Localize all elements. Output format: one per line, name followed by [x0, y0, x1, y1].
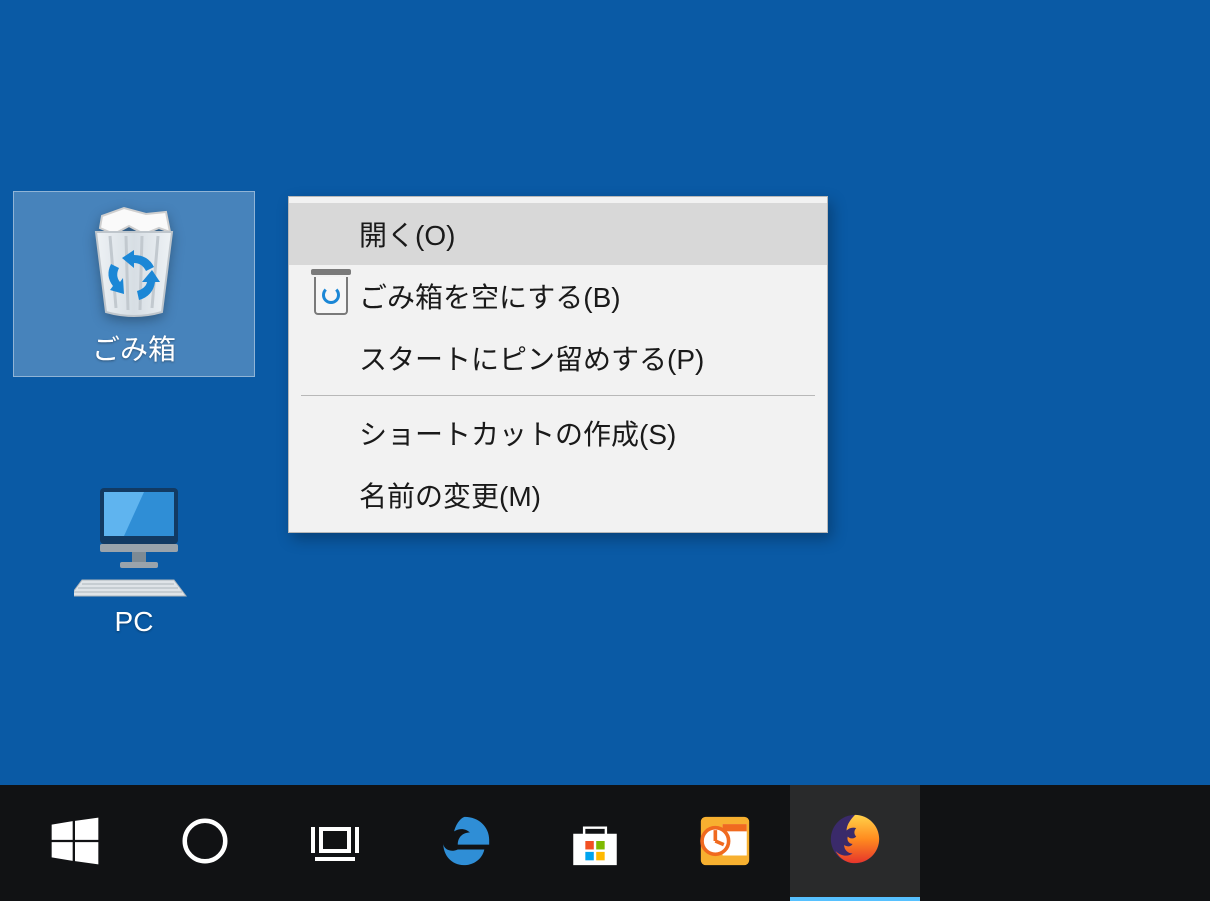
recycle-icon: [303, 277, 359, 315]
store-icon: [566, 812, 624, 875]
edge-button[interactable]: [400, 785, 530, 901]
desktop-icon-this-pc[interactable]: PC: [14, 470, 254, 646]
cortana-button[interactable]: [140, 785, 270, 901]
menu-item-label: ごみ箱を空にする(B): [359, 276, 807, 316]
menu-item-label: スタートにピン留めする(P): [359, 338, 807, 378]
menu-separator: [301, 395, 815, 396]
desktop-icon-label: ごみ箱: [18, 328, 250, 368]
taskview-icon: [305, 814, 365, 873]
menu-item-label: ショートカットの作成(S): [359, 413, 807, 453]
windows-icon: [47, 813, 103, 874]
firefox-icon: [826, 810, 884, 873]
desktop-icon-label: PC: [18, 606, 250, 638]
menu-item-rename[interactable]: 名前の変更(M): [289, 464, 827, 526]
store-button[interactable]: [530, 785, 660, 901]
recycle-bin-context-menu: 開く(O) ごみ箱を空にする(B) スタートにピン留めする(P) ショートカット…: [288, 196, 828, 533]
outlook-button[interactable]: [660, 785, 790, 901]
taskbar: [0, 785, 1210, 901]
edge-icon: [436, 812, 494, 875]
menu-item-pin-to-start[interactable]: スタートにピン留めする(P): [289, 327, 827, 389]
menu-item-create-shortcut[interactable]: ショートカットの作成(S): [289, 402, 827, 464]
recycle-bin-icon: [18, 200, 250, 320]
outlook-icon: [696, 812, 754, 875]
task-view-button[interactable]: [270, 785, 400, 901]
start-button[interactable]: [10, 785, 140, 901]
menu-item-label: 開く(O): [359, 214, 807, 254]
firefox-button[interactable]: [790, 785, 920, 901]
computer-icon: [18, 478, 250, 598]
menu-item-open[interactable]: 開く(O): [289, 203, 827, 265]
circle-icon: [178, 814, 232, 873]
menu-item-empty-recycle-bin[interactable]: ごみ箱を空にする(B): [289, 265, 827, 327]
menu-item-label: 名前の変更(M): [359, 475, 807, 515]
desktop-icon-recycle-bin[interactable]: ごみ箱: [14, 192, 254, 376]
